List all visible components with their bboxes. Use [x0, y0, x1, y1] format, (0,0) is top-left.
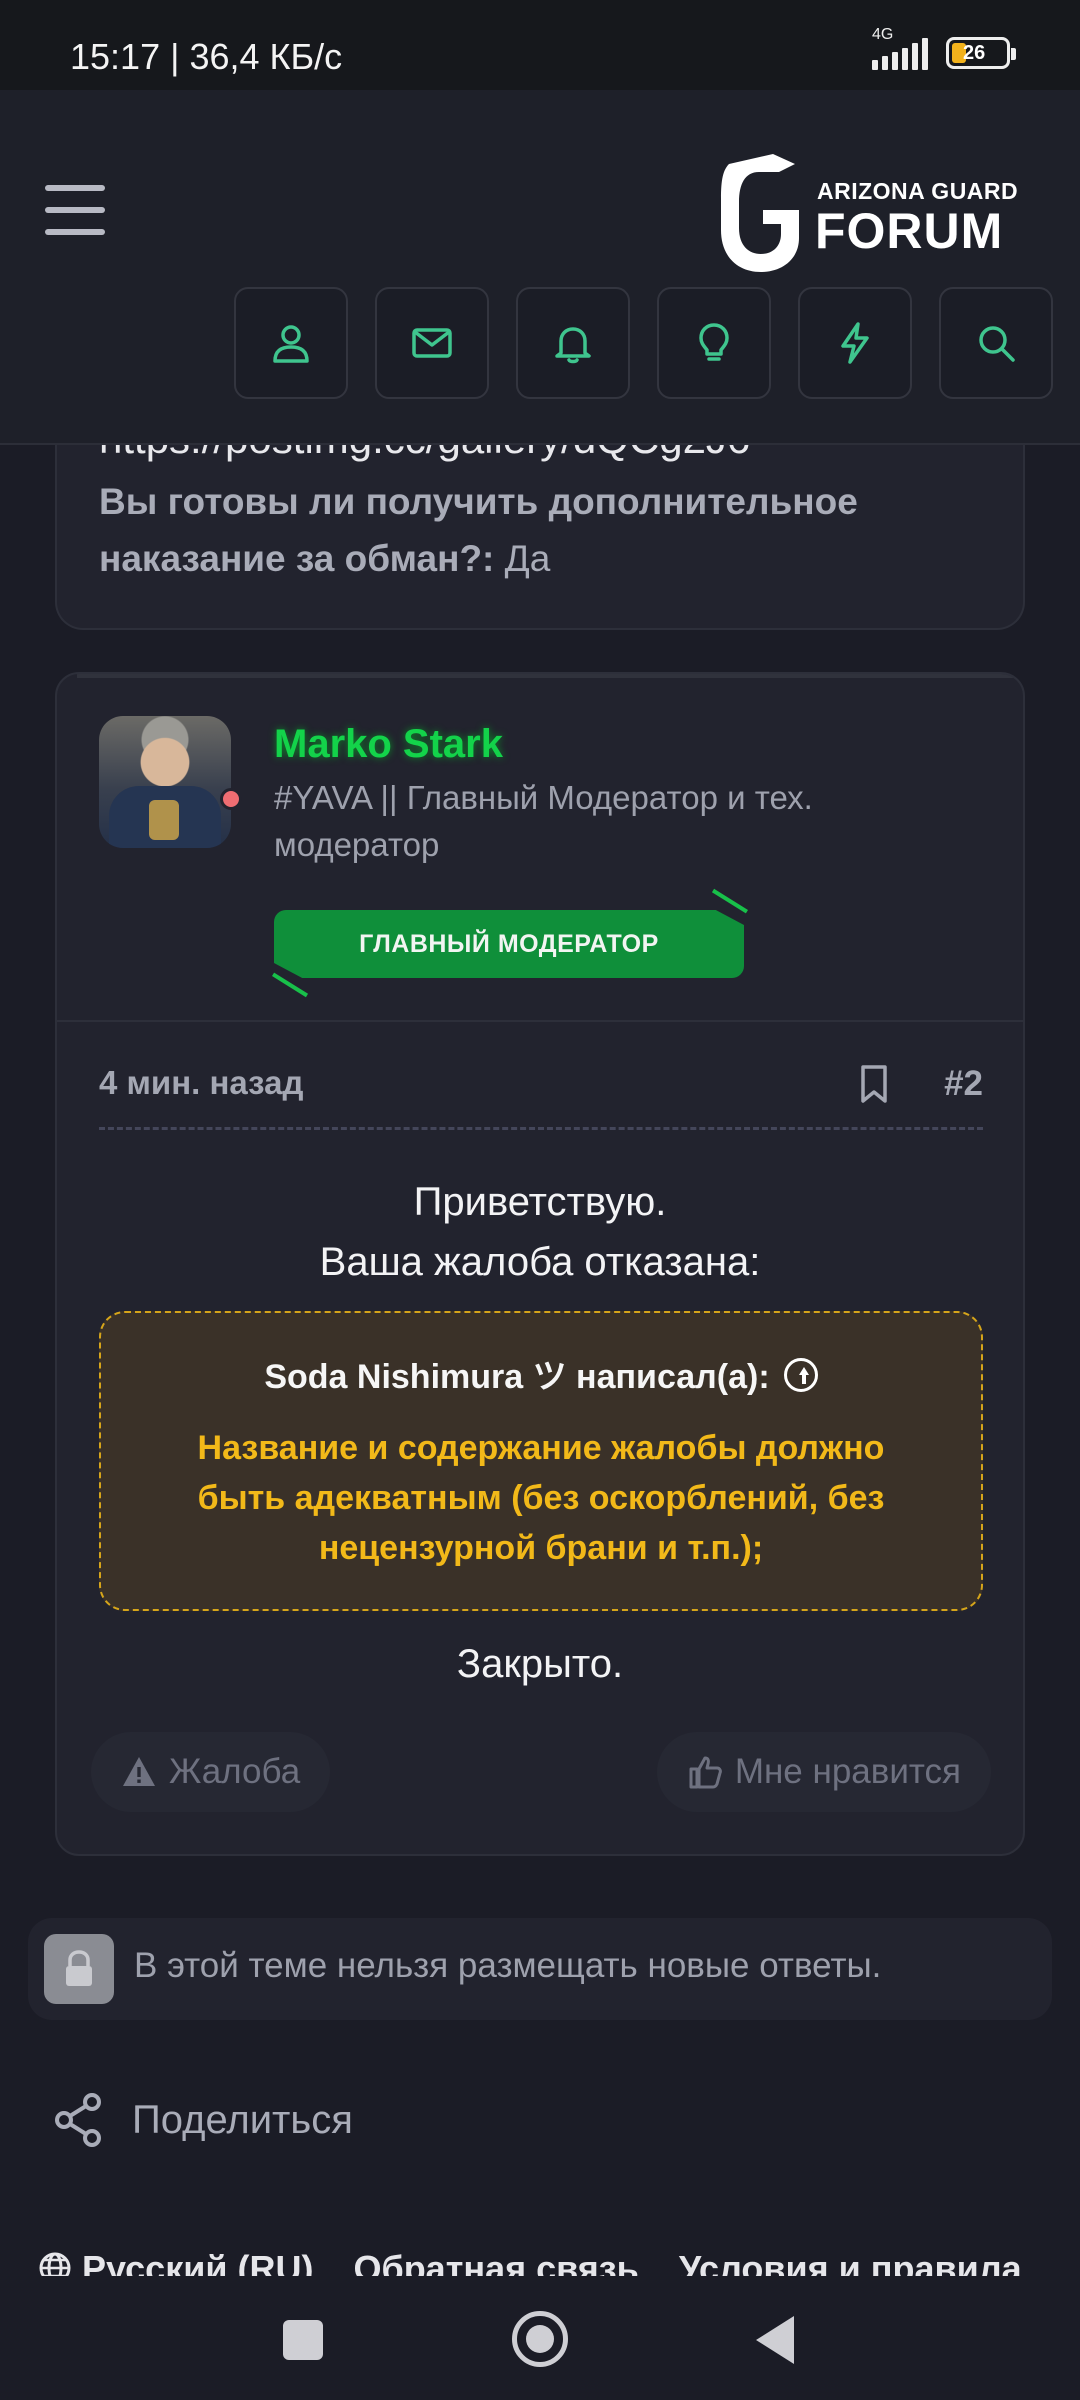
- quote-block: Soda Nishimura ツ написал(а): Название и …: [99, 1311, 983, 1611]
- user-banner-label: ГЛАВНЫЙ МОДЕРАТОР: [359, 929, 659, 958]
- share-button[interactable]: Поделиться: [52, 2092, 353, 2148]
- system-nav-bar: [0, 2276, 1080, 2400]
- inbox-button[interactable]: [375, 287, 489, 399]
- mail-icon: [412, 328, 452, 358]
- share-label: Поделиться: [132, 2097, 353, 2142]
- logo-line2: FORUM: [815, 203, 1004, 259]
- home-icon[interactable]: [512, 2311, 568, 2367]
- post-number[interactable]: #2: [944, 1064, 983, 1104]
- verdict-line: Ваша жалоба отказана:: [319, 1240, 761, 1284]
- menu-icon[interactable]: [45, 185, 105, 235]
- site-logo[interactable]: ARIZONA GUARD FORUM: [715, 150, 1035, 275]
- arrow-up-circle-icon[interactable]: [783, 1358, 818, 1392]
- greeting-line: Приветствую.: [413, 1180, 667, 1224]
- bell-icon: [555, 327, 591, 364]
- battery-icon: 26: [946, 37, 1016, 69]
- share-icon: [55, 2093, 101, 2147]
- report-button[interactable]: Жалоба: [91, 1732, 331, 1812]
- lock-icon: [44, 1934, 114, 2004]
- warning-icon: [123, 1757, 155, 1786]
- header-icon-bar: [234, 287, 1053, 399]
- lightbulb-icon: [699, 323, 729, 361]
- logo-shield-icon: [721, 154, 799, 272]
- question-field: Вы готовы ли получить дополнительное нак…: [99, 473, 999, 587]
- post-body-greeting: Приветствую. Ваша жалоба отказана:: [57, 1172, 1023, 1292]
- user-banner: ГЛАВНЫЙ МОДЕРАТОР: [272, 888, 748, 998]
- search-icon: [979, 326, 1015, 362]
- status-time: 15:17 | 36,4 КБ/с: [70, 36, 343, 77]
- network-type: 4G: [872, 26, 894, 43]
- avatar[interactable]: [99, 716, 231, 848]
- thread-locked-notice: В этой теме нельзя размещать новые ответ…: [28, 1918, 1052, 2020]
- search-button[interactable]: [939, 287, 1053, 399]
- quote-text: Название и содержание жалобы должно быть…: [197, 1429, 885, 1567]
- battery-level: 26: [963, 41, 986, 64]
- user-icon: [273, 325, 309, 363]
- ideas-button[interactable]: [657, 287, 771, 399]
- username[interactable]: Marko Stark: [274, 722, 503, 767]
- question-answer: Да: [504, 538, 551, 579]
- locked-notice-text: В этой теме нельзя размещать новые ответ…: [134, 1946, 882, 1985]
- online-status-dot: [220, 788, 242, 810]
- recent-apps-icon[interactable]: [283, 2320, 323, 2360]
- like-button[interactable]: Мне нравится: [656, 1732, 991, 1812]
- question-label: Вы готовы ли получить дополнительное нак…: [99, 481, 858, 579]
- whats-new-button[interactable]: [798, 287, 912, 399]
- status-bar: 15:17 | 36,4 КБ/с 4G 26: [0, 0, 1080, 90]
- quote-author: Soda Nishimura ツ написал(а):: [264, 1358, 770, 1396]
- alerts-button[interactable]: [516, 287, 630, 399]
- previous-post: https://postimg.cc/gallery/dQCg2J6 Вы го…: [55, 445, 1025, 630]
- divider: [57, 1020, 1023, 1022]
- signal-icon: 4G: [872, 26, 928, 70]
- status-indicators: 4G 26: [872, 26, 1016, 70]
- bookmark-icon[interactable]: [857, 1064, 891, 1104]
- report-label: Жалоба: [169, 1752, 301, 1791]
- divider: [99, 1127, 983, 1130]
- closed-text: Закрыто.: [456, 1642, 624, 1686]
- thumbs-up-icon: [689, 1756, 722, 1789]
- reply-post: Marko Stark #YAVA || Главный Модератор и…: [55, 672, 1025, 1856]
- user-title: #YAVA || Главный Модератор и тех. модера…: [274, 779, 813, 863]
- account-button[interactable]: [234, 287, 348, 399]
- like-label: Мне нравится: [734, 1752, 961, 1791]
- site-header: ARIZONA GUARD FORUM: [0, 90, 1080, 445]
- post-time[interactable]: 4 мин. назад: [99, 1064, 303, 1102]
- back-icon[interactable]: [756, 2316, 794, 2364]
- lightning-icon: [841, 322, 869, 364]
- gallery-link[interactable]: https://postimg.cc/gallery/dQCg2J6: [99, 445, 750, 463]
- quote-header[interactable]: Soda Nishimura ツ написал(а):: [101, 1349, 981, 1398]
- logo-line1: ARIZONA GUARD: [817, 178, 1019, 204]
